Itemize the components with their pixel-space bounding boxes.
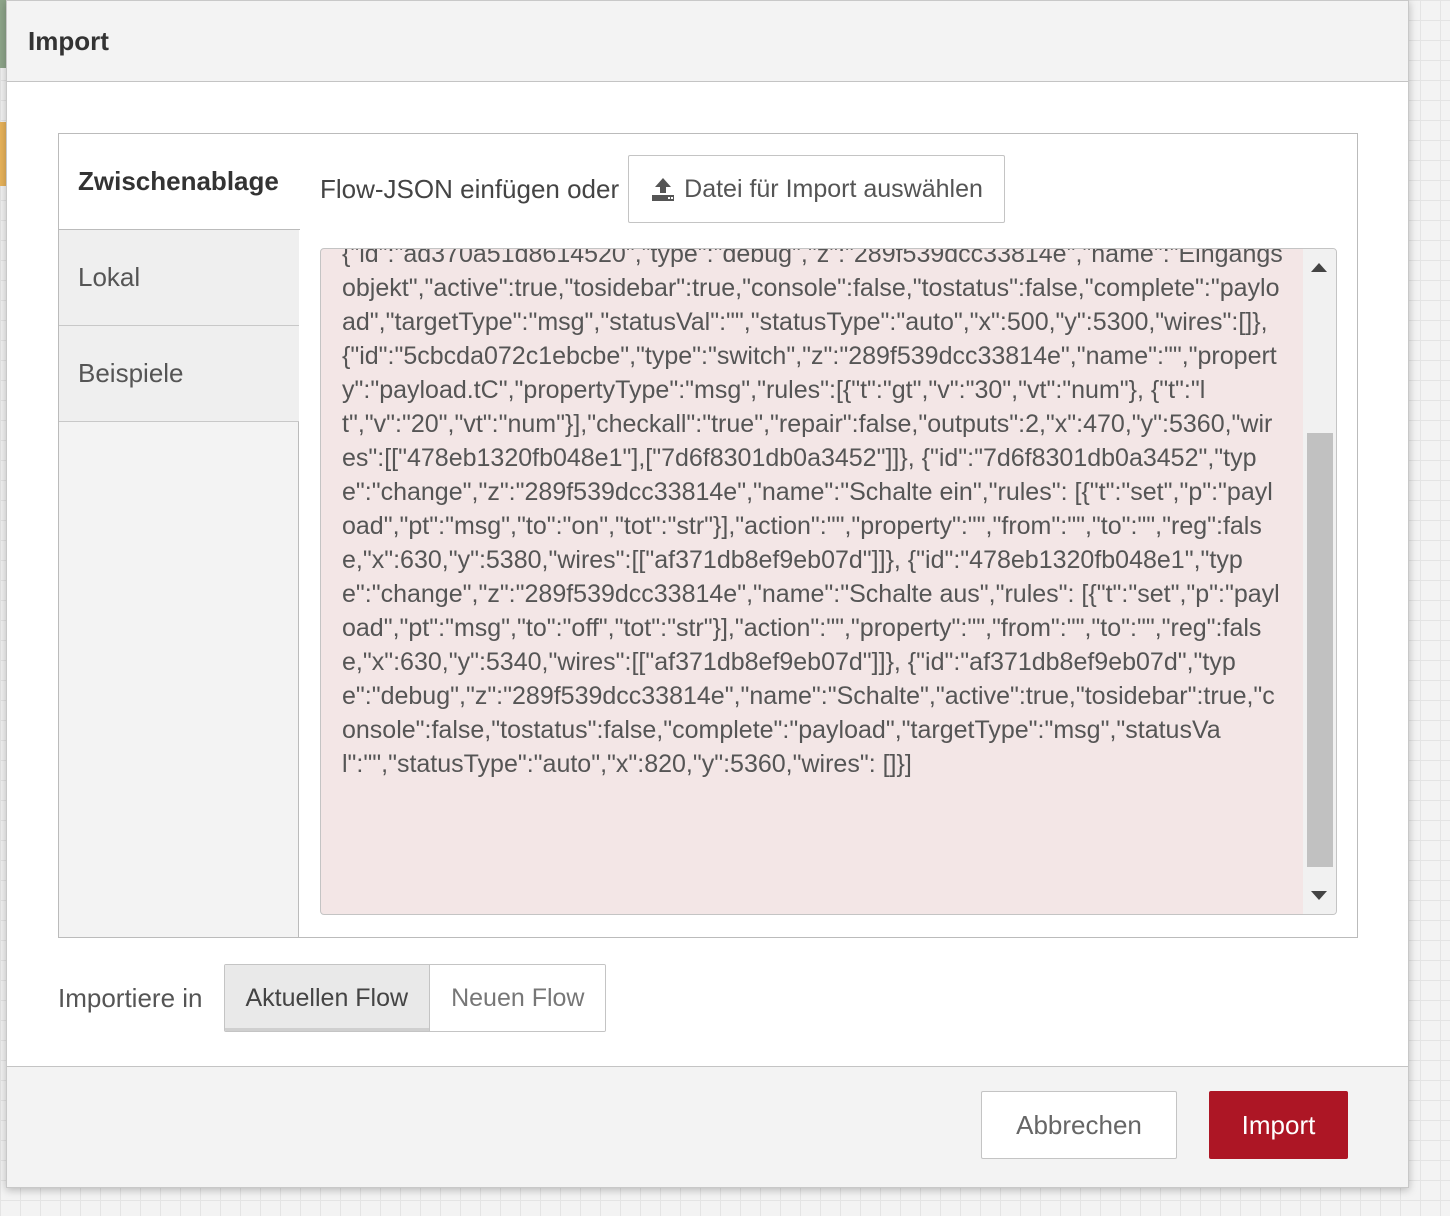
new-flow-button[interactable]: Neuen Flow [430, 965, 606, 1031]
flow-json-content[interactable]: {"id":"ad370a51d8614520","type":"debug",… [342, 249, 1286, 781]
import-target-label: Importiere in [58, 982, 203, 1013]
import-panel: Zwischenablage Lokal Beispiele Flow-JSON… [58, 133, 1358, 938]
textarea-scrollbar[interactable] [1303, 249, 1336, 914]
tab-list: Zwischenablage Lokal Beispiele [59, 134, 300, 937]
scroll-up-arrow-icon[interactable] [1311, 263, 1327, 272]
paste-instruction: Flow-JSON einfügen oder [320, 173, 620, 204]
flow-json-textarea[interactable]: {"id":"ad370a51d8614520","type":"debug",… [320, 248, 1337, 915]
import-target-toggle: Aktuellen Flow Neuen Flow [223, 964, 607, 1032]
current-flow-button[interactable]: Aktuellen Flow [224, 965, 431, 1031]
scroll-down-arrow-icon[interactable] [1311, 891, 1327, 900]
select-file-label: Datei für Import auswählen [684, 174, 983, 203]
dialog-title: Import [28, 25, 109, 56]
scrollbar-thumb[interactable] [1307, 433, 1333, 867]
upload-icon [650, 176, 676, 202]
select-file-button[interactable]: Datei für Import auswählen [628, 155, 1005, 223]
clipboard-toolbar: Flow-JSON einfügen oder Datei für Import… [320, 155, 1005, 223]
dialog-footer: Abbrechen Import [7, 1066, 1408, 1187]
tab-clipboard[interactable]: Zwischenablage [59, 134, 300, 230]
dialog-titlebar: Import [7, 1, 1408, 82]
import-target-row: Importiere in Aktuellen Flow Neuen Flow [58, 964, 607, 1032]
tab-local[interactable]: Lokal [59, 230, 299, 326]
import-dialog: Import Zwischenablage Lokal Beispiele Fl… [6, 0, 1409, 1188]
tab-examples[interactable]: Beispiele [59, 326, 299, 422]
tab-content: Flow-JSON einfügen oder Datei für Import… [300, 134, 1357, 937]
import-button[interactable]: Import [1209, 1091, 1348, 1159]
cancel-button[interactable]: Abbrechen [981, 1091, 1177, 1159]
